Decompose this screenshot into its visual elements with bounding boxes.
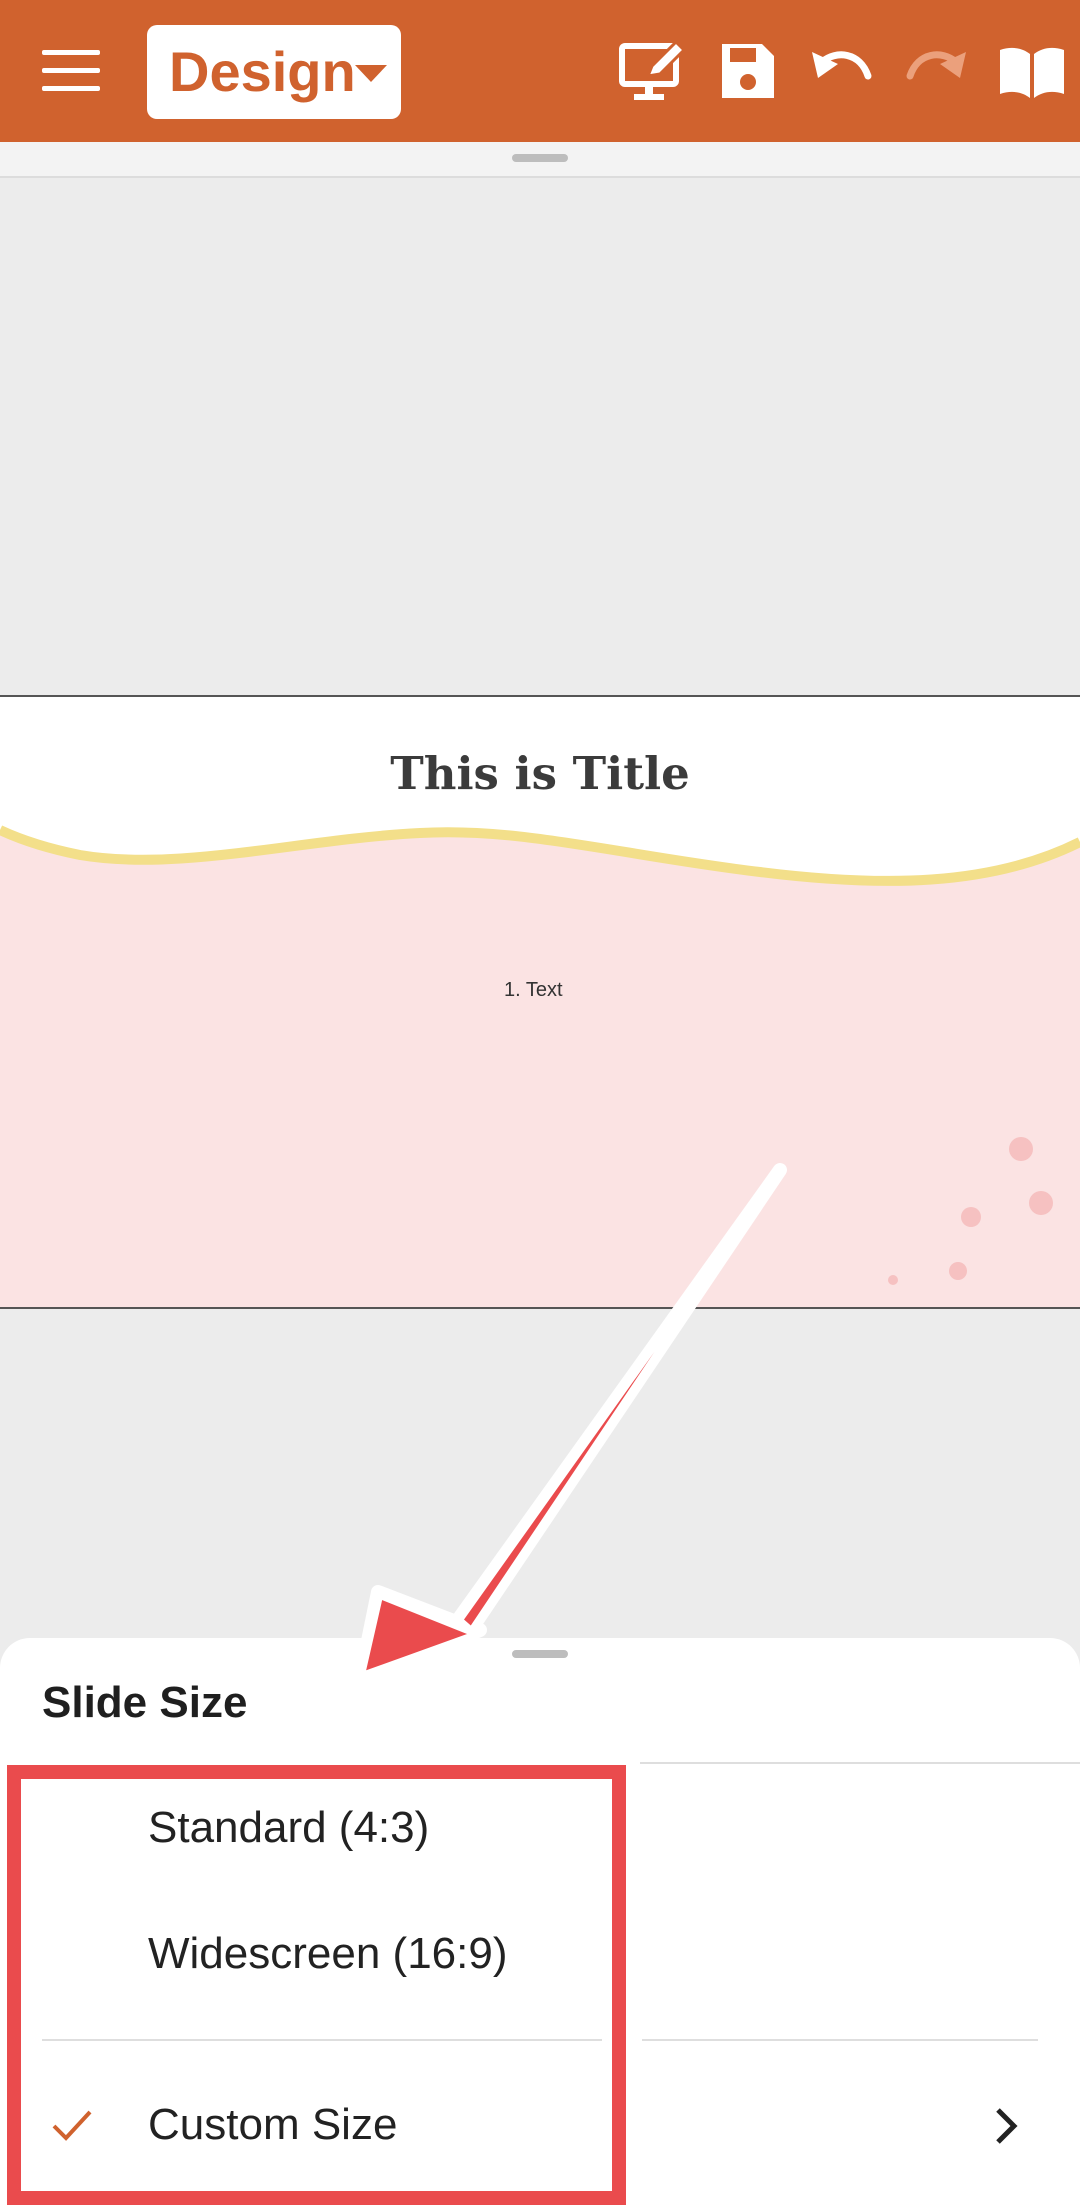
drag-handle[interactable] [512, 154, 568, 162]
design-label: Design [169, 40, 356, 103]
divider [642, 2039, 1038, 2041]
chevron-down-icon [355, 65, 387, 82]
design-dropdown[interactable]: Design [147, 25, 401, 119]
annotation-highlight-box [7, 1765, 626, 2205]
save-icon[interactable] [712, 36, 784, 108]
undo-icon[interactable] [806, 36, 878, 108]
slide-title[interactable]: This is Title [0, 747, 1080, 800]
slide-body-text[interactable]: 1. Text [504, 979, 563, 1002]
top-toolbar: Design [0, 0, 1080, 142]
sheet-drag-handle[interactable] [512, 1650, 568, 1658]
slide-preview[interactable]: This is Title 1. Text [0, 695, 1080, 1309]
divider [640, 1762, 1080, 1764]
menu-icon[interactable] [42, 48, 100, 94]
read-mode-icon[interactable] [996, 36, 1068, 108]
sheet-title: Slide Size [42, 1678, 248, 1727]
panel-drag-bar[interactable] [0, 142, 1080, 178]
redo-icon[interactable] [900, 36, 972, 108]
present-icon[interactable] [618, 36, 690, 108]
chevron-right-icon[interactable] [992, 2106, 1022, 2146]
